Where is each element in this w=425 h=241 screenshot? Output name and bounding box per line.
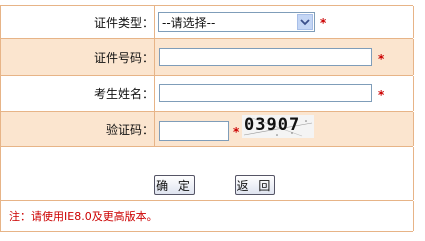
id-type-required-mark: *: [320, 16, 327, 30]
captcha-input[interactable]: [159, 121, 229, 141]
id-type-label: 证件类型：: [93, 15, 154, 30]
id-number-required-mark: *: [378, 52, 385, 66]
row-divider: [154, 6, 155, 38]
name-label: 考生姓名：: [93, 87, 154, 101]
name-required-mark: *: [378, 88, 385, 102]
row-divider: [154, 76, 155, 111]
row-divider: [154, 112, 155, 146]
captcha-required-mark: *: [233, 125, 240, 139]
row-divider: [154, 39, 155, 75]
row-actions: 确 定 返 回: [0, 147, 414, 200]
chevron-down-icon[interactable]: [297, 14, 313, 30]
id-type-selected-value: --请选择--: [162, 15, 216, 30]
captcha-label: 验证码：: [105, 122, 154, 137]
id-number-input[interactable]: [159, 48, 372, 66]
row-id-number: 证件号码： *: [0, 39, 414, 75]
row-captcha: 验证码： * 03907: [0, 112, 414, 146]
browser-note: 注：请使用IE8.0及更高版本。: [9, 210, 158, 223]
row-id-type: 证件类型： --请选择-- *: [0, 6, 414, 38]
captcha-image[interactable]: 03907: [242, 115, 314, 138]
id-type-select[interactable]: --请选择--: [158, 12, 315, 32]
row-name: 考生姓名： *: [0, 76, 414, 111]
confirm-button[interactable]: 确 定: [154, 175, 195, 195]
back-button[interactable]: 返 回: [235, 175, 275, 195]
name-input[interactable]: [159, 84, 372, 102]
id-number-label: 证件号码：: [93, 50, 154, 65]
form-border-bottom: [0, 231, 413, 232]
captcha-image-text: 03907: [244, 115, 301, 135]
